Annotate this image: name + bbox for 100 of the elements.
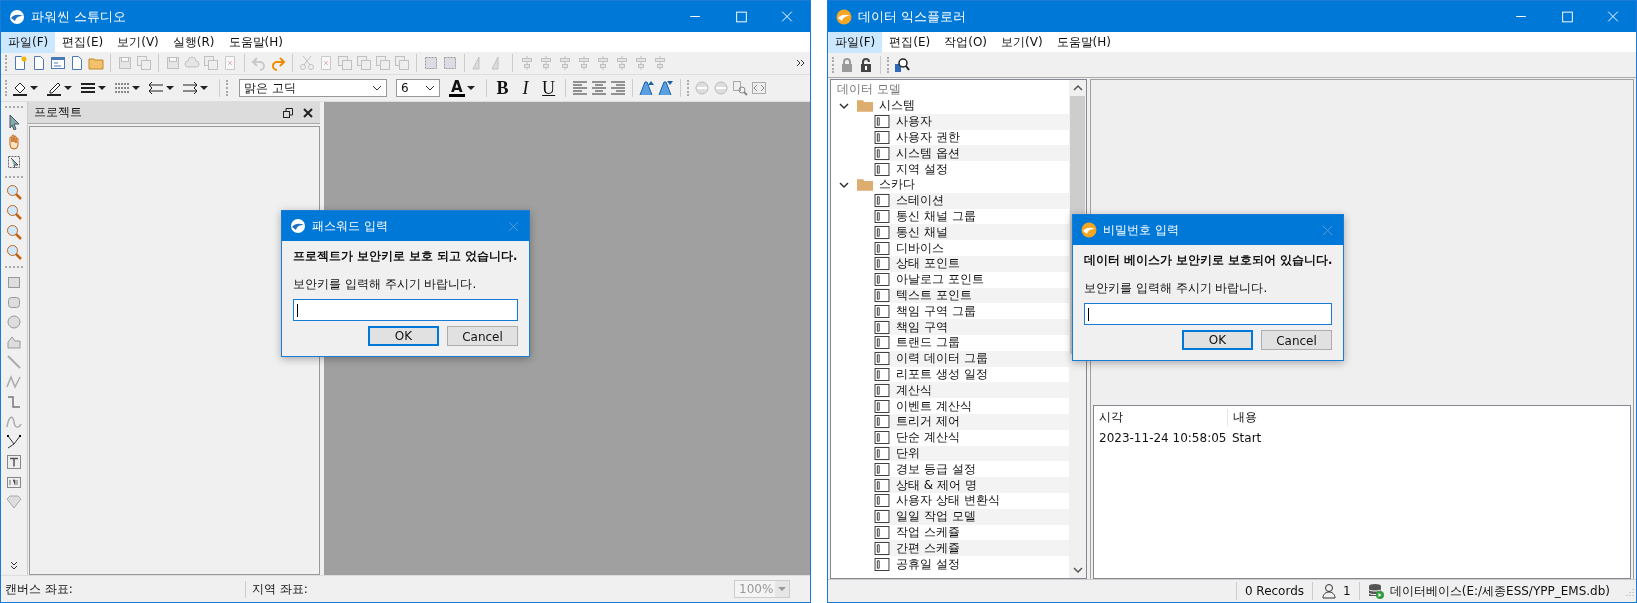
menu-item[interactable]: 도움말(H) [1049, 31, 1118, 53]
zoom-icon[interactable] [6, 224, 22, 240]
column-header[interactable]: 시각 [1094, 408, 1228, 426]
tree-item[interactable]: 사용자 권한 [896, 129, 960, 146]
new-document-icon[interactable] [12, 55, 28, 71]
copy-icon[interactable] [394, 55, 410, 71]
unlock-icon[interactable] [858, 56, 874, 73]
dropdown-arrow-icon[interactable] [30, 85, 38, 91]
menu-item[interactable]: 파일(F) [828, 31, 883, 53]
menu-item[interactable]: 편집(E) [882, 31, 938, 53]
expand-toggle-icon[interactable] [839, 100, 849, 111]
polyline-icon[interactable] [6, 374, 22, 390]
rectangle-icon[interactable] [6, 274, 22, 290]
menu-item[interactable]: 보기(V) [110, 31, 166, 53]
font-shrink-icon[interactable] [657, 80, 674, 96]
overflow-icon[interactable] [9, 561, 19, 571]
menu-item[interactable]: 파일(F) [1, 31, 56, 53]
tree-item[interactable]: 시스템 [879, 97, 915, 115]
restore-icon[interactable] [282, 106, 294, 119]
resize-grip-icon[interactable] [1624, 586, 1634, 596]
scroll-down-icon[interactable] [1072, 566, 1083, 574]
cut-icon[interactable] [299, 55, 315, 71]
ok-button[interactable]: OK [1182, 330, 1253, 350]
font-size-combo[interactable]: 6 [396, 79, 440, 97]
redo-icon[interactable] [270, 55, 286, 71]
tree-item[interactable]: 지역 설정 [896, 160, 948, 178]
dropdown-arrow-icon[interactable] [132, 85, 140, 91]
copy-icon[interactable] [375, 55, 391, 71]
align-icon[interactable] [538, 55, 554, 71]
bezier-icon[interactable] [6, 434, 22, 450]
menu-item[interactable]: 실행(R) [165, 31, 222, 53]
step-line-icon[interactable] [6, 394, 22, 410]
tree-item[interactable]: 공휴일 설정 [896, 555, 960, 573]
undo-icon[interactable] [251, 55, 267, 71]
overflow-icon[interactable] [796, 58, 806, 68]
menu-item[interactable]: 도움말(H) [221, 31, 290, 53]
align-icon[interactable] [633, 55, 649, 71]
document-icon[interactable] [31, 55, 47, 71]
line-weight-icon[interactable] [80, 80, 96, 96]
tree-item[interactable]: 리포트 생성 일정 [896, 365, 988, 383]
document-icon[interactable] [69, 55, 85, 71]
tree-item[interactable]: 디바이스 [896, 239, 944, 257]
text-icon[interactable] [6, 454, 22, 470]
tree-item[interactable]: 사용자 상태 변환식 [896, 492, 1000, 510]
ok-button[interactable]: OK [368, 326, 439, 346]
align-icon[interactable] [614, 55, 630, 71]
copy-icon[interactable] [203, 55, 219, 71]
align-icon[interactable] [595, 55, 611, 71]
folder-icon[interactable] [88, 55, 104, 71]
dropdown-arrow-icon[interactable] [200, 85, 208, 91]
rounded-rectangle-icon[interactable] [6, 294, 22, 310]
copy-icon[interactable] [136, 55, 152, 71]
frame-icon[interactable] [423, 55, 439, 71]
cancel-button[interactable]: Cancel [447, 326, 518, 346]
tree-item[interactable]: 계산식 [896, 381, 932, 399]
align-icon[interactable] [557, 55, 573, 71]
align-icon[interactable] [519, 55, 535, 71]
dropdown-arrow-icon[interactable] [64, 85, 72, 91]
display-icon[interactable] [6, 474, 22, 490]
zoom-icon[interactable] [6, 244, 22, 260]
menu-item[interactable]: 보기(V) [994, 31, 1050, 53]
scroll-up-icon[interactable] [1072, 84, 1083, 92]
start-arrow-icon[interactable] [148, 80, 164, 96]
zoom-icon[interactable] [6, 184, 22, 200]
tree-item[interactable]: 단순 계산식 [896, 429, 960, 447]
polygon-icon[interactable] [6, 334, 22, 350]
align-icon[interactable] [576, 55, 592, 71]
find-icon[interactable] [731, 80, 748, 96]
fill-color-icon[interactable] [12, 80, 28, 96]
font-combo[interactable]: 맑은 고딕 [239, 79, 387, 97]
zoom-icon[interactable] [6, 204, 22, 220]
end-arrow-icon[interactable] [182, 80, 198, 96]
delete-icon[interactable] [318, 55, 334, 71]
password-field[interactable] [293, 299, 518, 321]
view-icon[interactable] [750, 80, 767, 96]
column-header[interactable]: 내용 [1228, 408, 1257, 426]
align-right-icon[interactable] [609, 80, 626, 96]
expand-toggle-icon[interactable] [839, 179, 849, 190]
copy-icon[interactable] [356, 55, 372, 71]
tree-item[interactable]: 사용자 [896, 113, 932, 131]
dropdown-arrow-icon[interactable] [466, 85, 475, 91]
align-left-icon[interactable] [571, 80, 588, 96]
tree-item[interactable]: 아날로그 포인트 [896, 271, 984, 289]
tree-item[interactable]: 책임 구역 그룹 [896, 302, 976, 320]
italic-button[interactable]: I [515, 79, 536, 97]
transform-icon[interactable] [6, 154, 22, 170]
tree-item[interactable]: 단위 [896, 444, 920, 462]
copy-icon[interactable] [337, 55, 353, 71]
dropdown-arrow-icon[interactable] [98, 85, 106, 91]
font-color-button[interactable]: A [449, 79, 465, 97]
circle-icon[interactable] [6, 314, 22, 330]
tree-item[interactable]: 스카다 [879, 176, 915, 194]
password-field[interactable] [1084, 303, 1332, 325]
tree-item[interactable]: 경보 등급 설정 [896, 460, 976, 478]
dropdown-arrow-icon[interactable] [166, 85, 174, 91]
tree-item[interactable]: 이벤트 계산식 [896, 397, 972, 415]
close-icon[interactable] [302, 106, 314, 119]
bold-button[interactable]: B [492, 79, 513, 97]
pointer-icon[interactable] [6, 114, 22, 130]
diamond-icon[interactable] [6, 494, 22, 510]
